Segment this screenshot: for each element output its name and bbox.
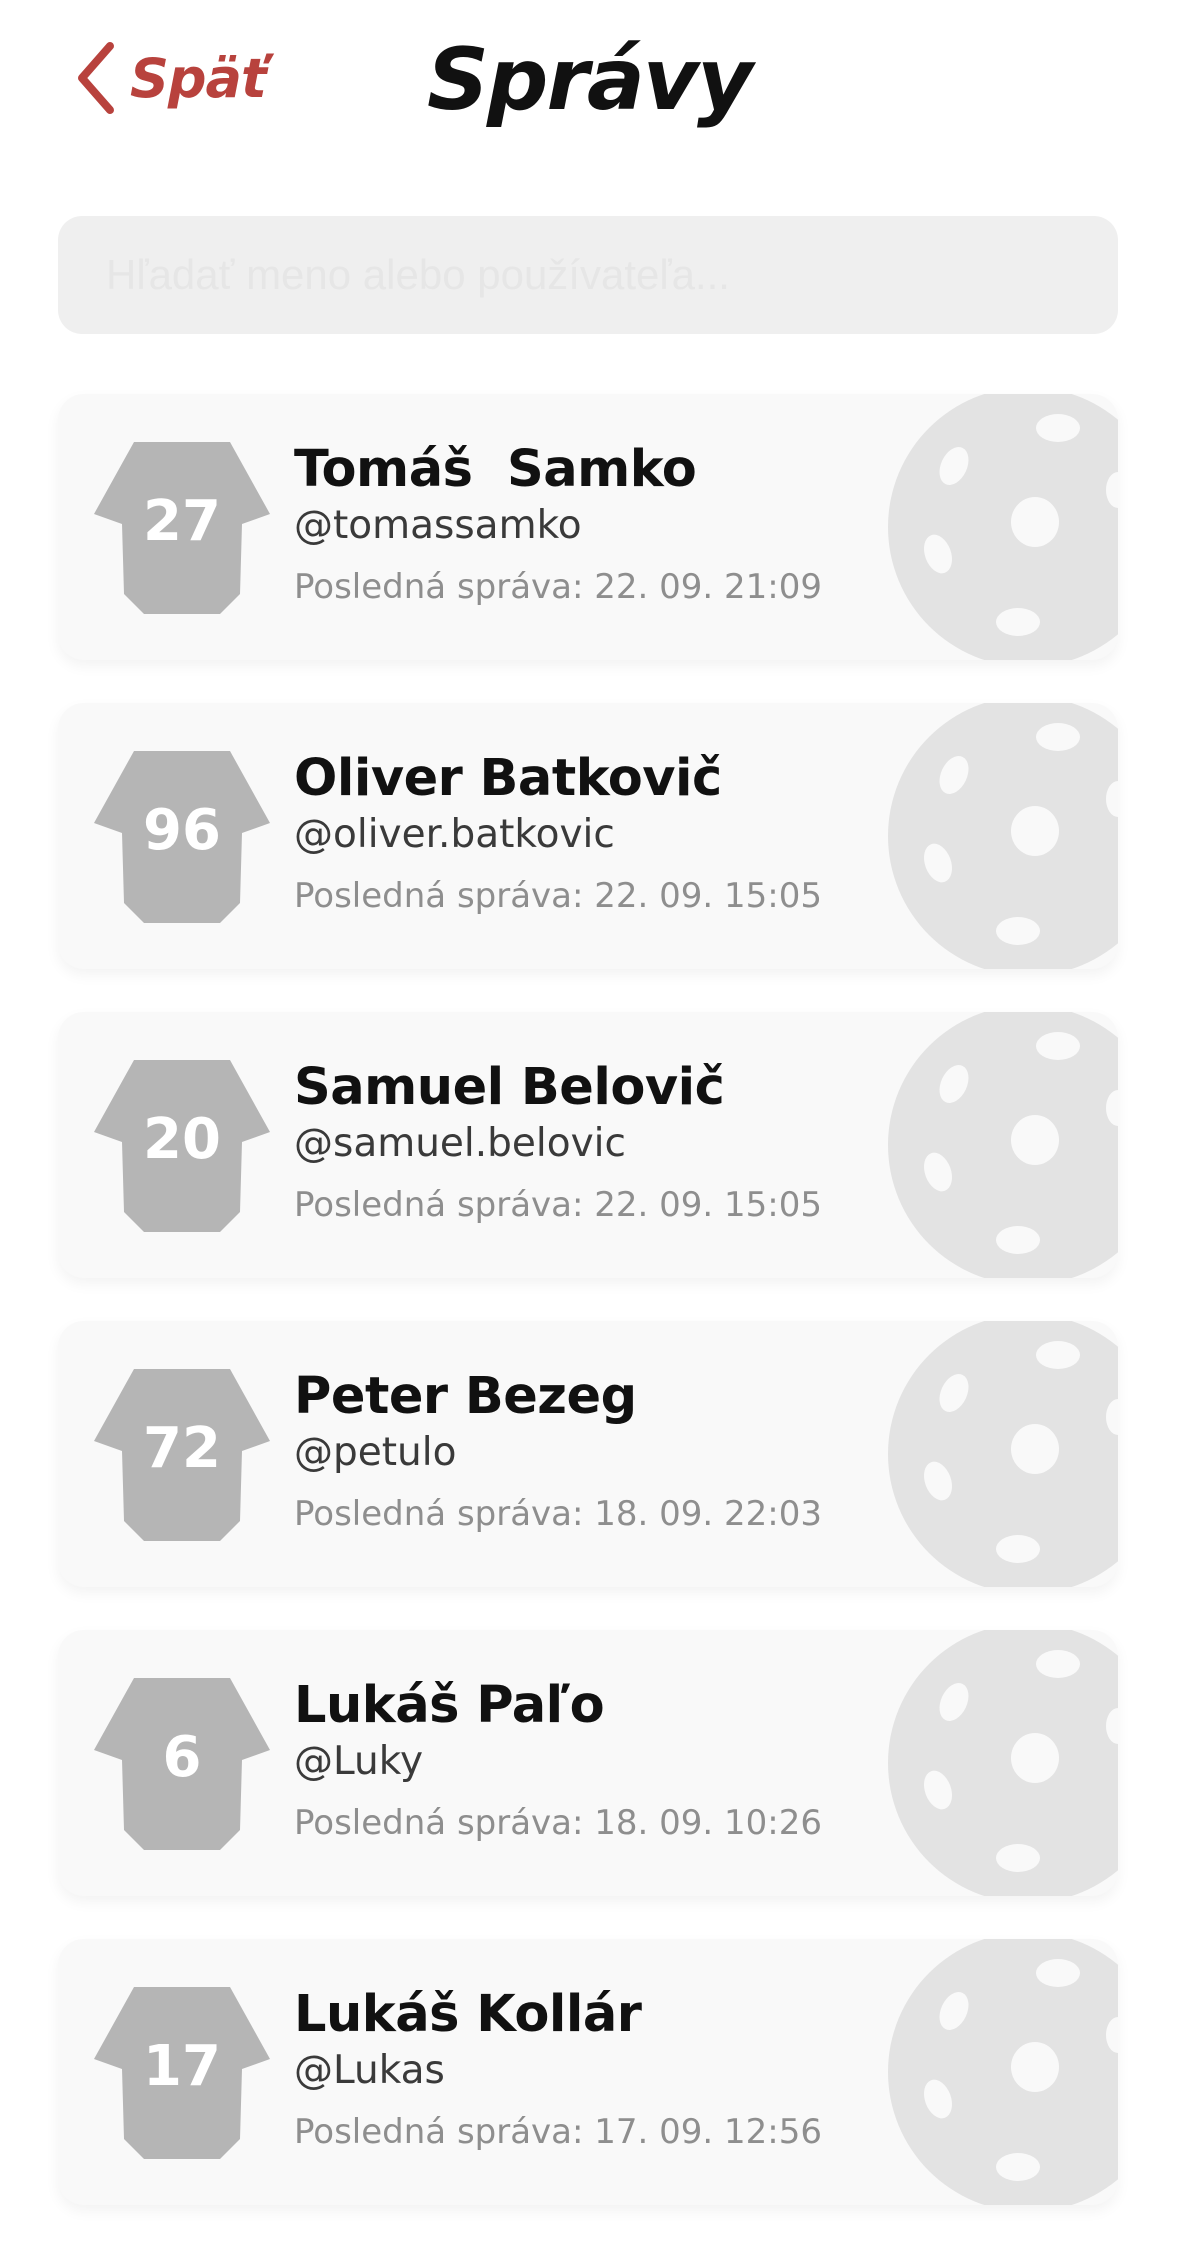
last-message-time: Posledná správa: 18. 09. 10:26 (294, 1803, 823, 1843)
conversation-item[interactable]: 27 Tomáš Samko @tomassamko Posledná sprá… (58, 394, 1118, 660)
contact-username: @Lukas (294, 2048, 445, 2093)
conversation-item[interactable]: 72 Peter Bezeg @petulo Posledná správa: … (58, 1321, 1118, 1587)
conversation-list: 27 Tomáš Samko @tomassamko Posledná sprá… (58, 394, 1118, 2248)
contact-name: Lukáš Kollár (294, 1985, 642, 2044)
contact-username: @Luky (294, 1739, 424, 1784)
floorball-icon (888, 1012, 1118, 1278)
last-message-time: Posledná správa: 17. 09. 12:56 (294, 2112, 823, 2152)
floorball-icon (888, 394, 1118, 660)
conversation-item[interactable]: 20 Samuel Belovič @samuel.belovic Posled… (58, 1012, 1118, 1278)
conversation-item[interactable]: 96 Oliver Batkovič @oliver.batkovic Posl… (58, 703, 1118, 969)
jersey-number: 27 (143, 488, 221, 554)
contact-name: Oliver Batkovič (294, 749, 722, 808)
search-input[interactable] (104, 250, 1118, 300)
conversation-item[interactable]: 6 Lukáš Paľo @Luky Posledná správa: 18. … (58, 1630, 1118, 1896)
contact-username: @tomassamko (294, 503, 582, 548)
floorball-icon (888, 1939, 1118, 2205)
last-message-time: Posledná správa: 22. 09. 15:05 (294, 876, 823, 916)
contact-name: Tomáš Samko (294, 440, 697, 499)
contact-name: Samuel Belovič (294, 1058, 725, 1117)
contact-username: @samuel.belovic (294, 1121, 626, 1166)
jersey-number: 17 (143, 2033, 221, 2099)
contact-name: Lukáš Paľo (294, 1676, 605, 1735)
search-bar[interactable] (58, 216, 1118, 334)
last-message-time: Posledná správa: 18. 09. 22:03 (294, 1494, 823, 1534)
jersey-number: 72 (143, 1415, 221, 1481)
contact-username: @oliver.batkovic (294, 812, 615, 857)
last-message-time: Posledná správa: 22. 09. 15:05 (294, 1185, 823, 1225)
floorball-icon (888, 1321, 1118, 1587)
contact-name: Peter Bezeg (294, 1367, 637, 1426)
floorball-icon (888, 1630, 1118, 1896)
last-message-time: Posledná správa: 22. 09. 21:09 (294, 567, 823, 607)
contact-username: @petulo (294, 1430, 457, 1475)
jersey-number: 20 (143, 1106, 221, 1172)
page-title: Správy (426, 30, 753, 130)
jersey-number: 6 (162, 1724, 202, 1790)
header: Späť Správy (0, 0, 1178, 180)
jersey-number: 96 (143, 797, 221, 863)
conversation-item[interactable]: 17 Lukáš Kollár @Lukas Posledná správa: … (58, 1939, 1118, 2205)
floorball-icon (888, 703, 1118, 969)
